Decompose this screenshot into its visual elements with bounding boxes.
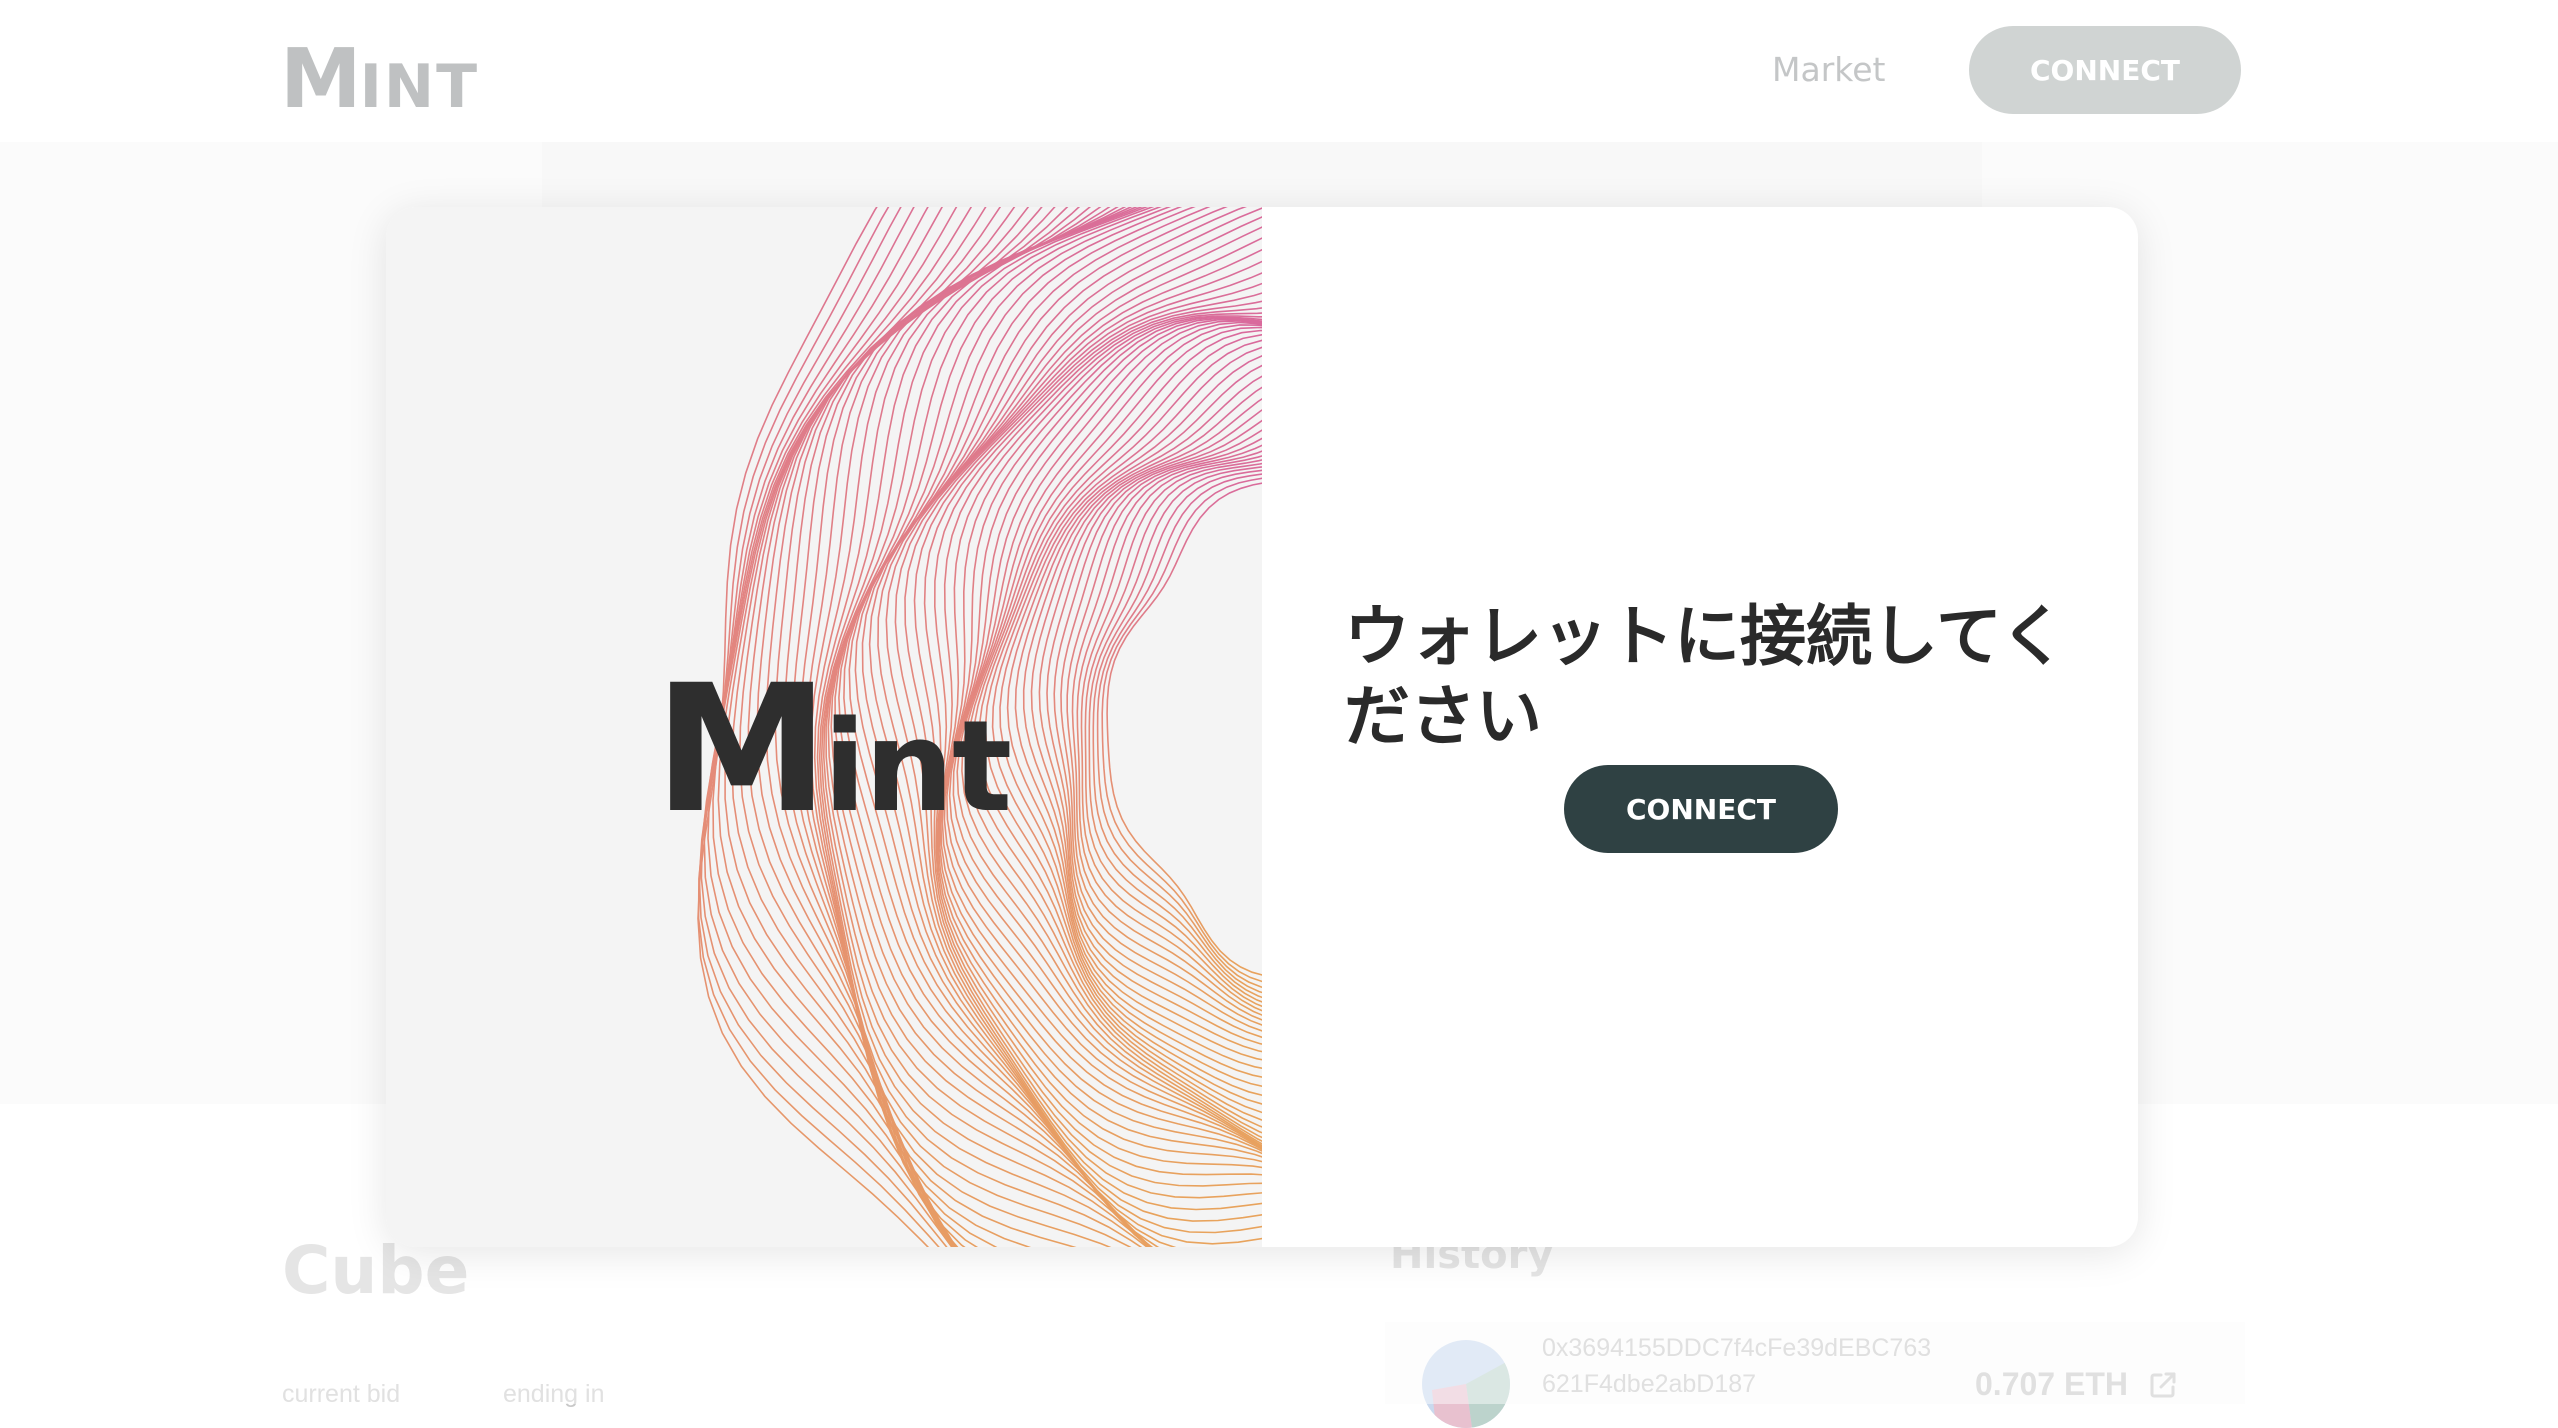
- modal-connect-button[interactable]: CONNECT: [1564, 765, 1838, 853]
- nav-market-link[interactable]: Market: [1772, 50, 1885, 89]
- ring-line: [1080, 459, 1262, 1008]
- ring-line: [999, 355, 1262, 1087]
- site-header: MINT Market CONNECT: [0, 0, 2558, 142]
- modal-art-logo: Mint: [654, 647, 1012, 852]
- ring-line: [971, 329, 1262, 1121]
- site-logo[interactable]: MINT: [280, 32, 479, 127]
- ring-line: [1076, 455, 1262, 1012]
- ring-line: [1071, 450, 1262, 1016]
- modal-message: ウォレットに接続してください: [1344, 598, 2067, 755]
- header-connect-button[interactable]: CONNECT: [1969, 26, 2241, 114]
- ring-line: [1088, 466, 1262, 999]
- connect-wallet-modal: Mint ウォレットに接続してください CONNECT: [386, 207, 2138, 1247]
- modal-artwork: Mint: [386, 207, 1262, 1247]
- ring-line: [1096, 473, 1262, 988]
